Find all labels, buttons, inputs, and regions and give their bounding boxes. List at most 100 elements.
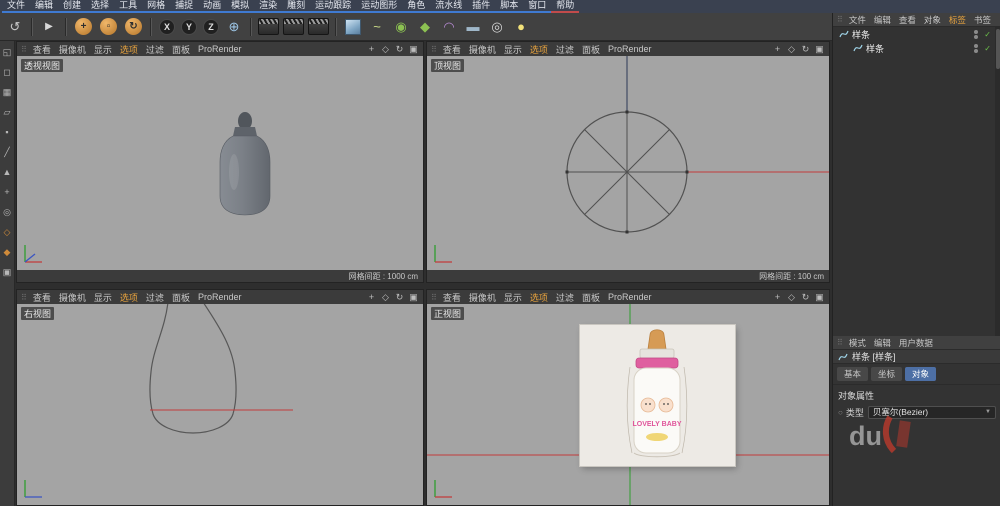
viewport-menu-item[interactable]: 选项	[526, 43, 552, 56]
add-cube-icon[interactable]	[345, 18, 361, 35]
menu-item[interactable]: 选择	[86, 0, 115, 13]
panel-grip-icon[interactable]: ⠿	[431, 45, 437, 54]
rotate-view-icon[interactable]: ↻	[394, 292, 405, 303]
floor-object-icon[interactable]: ▬	[462, 16, 484, 38]
menu-item[interactable]: 运动图形	[356, 0, 403, 13]
pan-view-icon[interactable]: +	[772, 292, 783, 302]
zoom-view-icon[interactable]: ◇	[380, 44, 391, 55]
polygons-mode-icon[interactable]: ▲	[1, 166, 13, 178]
viewport-menu-item[interactable]: 查看	[29, 291, 55, 304]
camera-object-icon[interactable]: ◎	[486, 16, 508, 38]
menu-item[interactable]: 运动跟踪	[310, 0, 357, 13]
menu-item[interactable]: 脚本	[495, 0, 524, 13]
menu-item[interactable]: 捕捉	[170, 0, 199, 13]
render-picture-viewer-icon[interactable]	[283, 18, 304, 35]
object-name[interactable]: 样条	[866, 42, 884, 55]
quantize-icon[interactable]: ◆	[1, 246, 13, 258]
undo-icon[interactable]: ↺	[4, 16, 26, 38]
edges-mode-icon[interactable]: ╱	[1, 146, 13, 158]
object-manager-scrollbar[interactable]	[995, 27, 1000, 336]
sweep-object-icon[interactable]: ◆	[414, 16, 436, 38]
viewport-menu-item[interactable]: ProRender	[604, 44, 656, 54]
key-circle-icon[interactable]: ○	[838, 408, 843, 417]
panel-grip-icon[interactable]: ⠿	[837, 338, 843, 347]
bottle-3d-model[interactable]	[207, 110, 283, 218]
object-row[interactable]: 样条 ✓	[833, 41, 1000, 55]
viewport-menu-item[interactable]: 摄像机	[465, 291, 500, 304]
rotate-view-icon[interactable]: ↻	[800, 44, 811, 55]
viewport-menu-item[interactable]: 面板	[578, 43, 604, 56]
model-mode-icon[interactable]: ◻	[1, 66, 13, 78]
object-name[interactable]: 样条	[852, 28, 870, 41]
texture-mode-icon[interactable]: ▦	[1, 86, 13, 98]
attribute-tab[interactable]: 对象	[905, 367, 937, 381]
menu-item[interactable]: 窗口	[523, 0, 552, 13]
pan-view-icon[interactable]: +	[772, 44, 783, 54]
object-manager-menu-item[interactable]: 文件	[845, 14, 870, 26]
spline-circle-wireframe[interactable]	[427, 56, 829, 270]
menu-item[interactable]: 渲染	[254, 0, 283, 13]
viewport-menu-item[interactable]: 选项	[116, 43, 142, 56]
menu-item[interactable]: 动画	[198, 0, 227, 13]
panel-grip-icon[interactable]: ⠿	[21, 293, 27, 302]
enabled-check-icon[interactable]: ✓	[984, 30, 991, 39]
viewport-menu-item[interactable]: 显示	[500, 291, 526, 304]
viewport-canvas-perspective[interactable]: 透视视图	[17, 56, 423, 270]
menu-item[interactable]: 网格	[142, 0, 171, 13]
rotate-view-icon[interactable]: ↻	[800, 292, 811, 303]
object-manager-menu-item[interactable]: 编辑	[870, 14, 895, 26]
x-axis-lock-button[interactable]: X	[159, 18, 175, 35]
rotate-tool-icon[interactable]: ↻	[125, 18, 142, 35]
light-object-icon[interactable]: ●	[510, 16, 532, 38]
viewport-canvas-right[interactable]: 右视图	[17, 304, 423, 505]
enabled-check-icon[interactable]: ✓	[984, 44, 991, 53]
pan-view-icon[interactable]: +	[366, 292, 377, 302]
menu-item[interactable]: 模拟	[226, 0, 255, 13]
panel-grip-icon[interactable]: ⠿	[431, 293, 437, 302]
viewport-menu-item[interactable]: 显示	[90, 291, 116, 304]
visibility-dots-icon[interactable]	[974, 43, 979, 53]
y-axis-lock-button[interactable]: Y	[181, 18, 197, 35]
make-editable-icon[interactable]: ◱	[1, 46, 13, 58]
menu-item[interactable]: 插件	[467, 0, 496, 13]
menu-item[interactable]: 编辑	[30, 0, 59, 13]
points-mode-icon[interactable]: ▪	[1, 126, 13, 138]
spline-pen-icon[interactable]: ~	[366, 16, 388, 38]
viewport-menu-item[interactable]: 面板	[578, 291, 604, 304]
scale-tool-icon[interactable]: ▫	[100, 18, 117, 35]
z-axis-lock-button[interactable]: Z	[203, 18, 219, 35]
viewport-menu-item[interactable]: ProRender	[194, 44, 246, 54]
visibility-dots-icon[interactable]	[974, 29, 979, 39]
pan-view-icon[interactable]: +	[366, 44, 377, 54]
menu-item[interactable]: 工具	[114, 0, 143, 13]
toggle-view-icon[interactable]: ▣	[408, 292, 419, 303]
viewport-menu-item[interactable]: 查看	[439, 43, 465, 56]
deformer-icon[interactable]: ◠	[438, 16, 460, 38]
coordinate-system-icon[interactable]: ⊕	[223, 16, 245, 38]
reference-image[interactable]: LOVELY BABY	[580, 325, 735, 466]
viewport-menu-item[interactable]: 显示	[90, 43, 116, 56]
workplane-mode-icon[interactable]: ▱	[1, 106, 13, 118]
render-settings-icon[interactable]	[308, 18, 329, 35]
viewport-menu-item[interactable]: 过滤	[142, 291, 168, 304]
move-tool-icon[interactable]: +	[75, 18, 92, 35]
menu-item[interactable]: 创建	[58, 0, 87, 13]
viewport-canvas-top[interactable]: 顶视图	[427, 56, 829, 270]
object-manager-menu-item[interactable]: 书签	[970, 14, 995, 26]
attribute-menu-item[interactable]: 用户数据	[895, 337, 937, 349]
toggle-view-icon[interactable]: ▣	[814, 292, 825, 303]
viewport-menu-item[interactable]: 查看	[29, 43, 55, 56]
viewport-menu-item[interactable]: 摄像机	[55, 43, 90, 56]
menu-item[interactable]: 雕刻	[282, 0, 311, 13]
panel-grip-icon[interactable]: ⠿	[837, 15, 843, 24]
object-row[interactable]: 样条 ✓	[833, 27, 1000, 41]
object-manager[interactable]: 样条 ✓ 样条 ✓	[833, 27, 1000, 336]
viewport-menu-item[interactable]: 过滤	[552, 43, 578, 56]
viewport-menu-item[interactable]: 面板	[168, 43, 194, 56]
viewport-canvas-front[interactable]: 正视图 LOVELY BABY	[427, 304, 829, 505]
zoom-view-icon[interactable]: ◇	[786, 44, 797, 55]
menu-item[interactable]: 流水线	[430, 0, 468, 13]
rotate-view-icon[interactable]: ↻	[394, 44, 405, 55]
viewport-menu-item[interactable]: ProRender	[604, 292, 656, 302]
attribute-tab[interactable]: 坐标	[871, 367, 903, 381]
